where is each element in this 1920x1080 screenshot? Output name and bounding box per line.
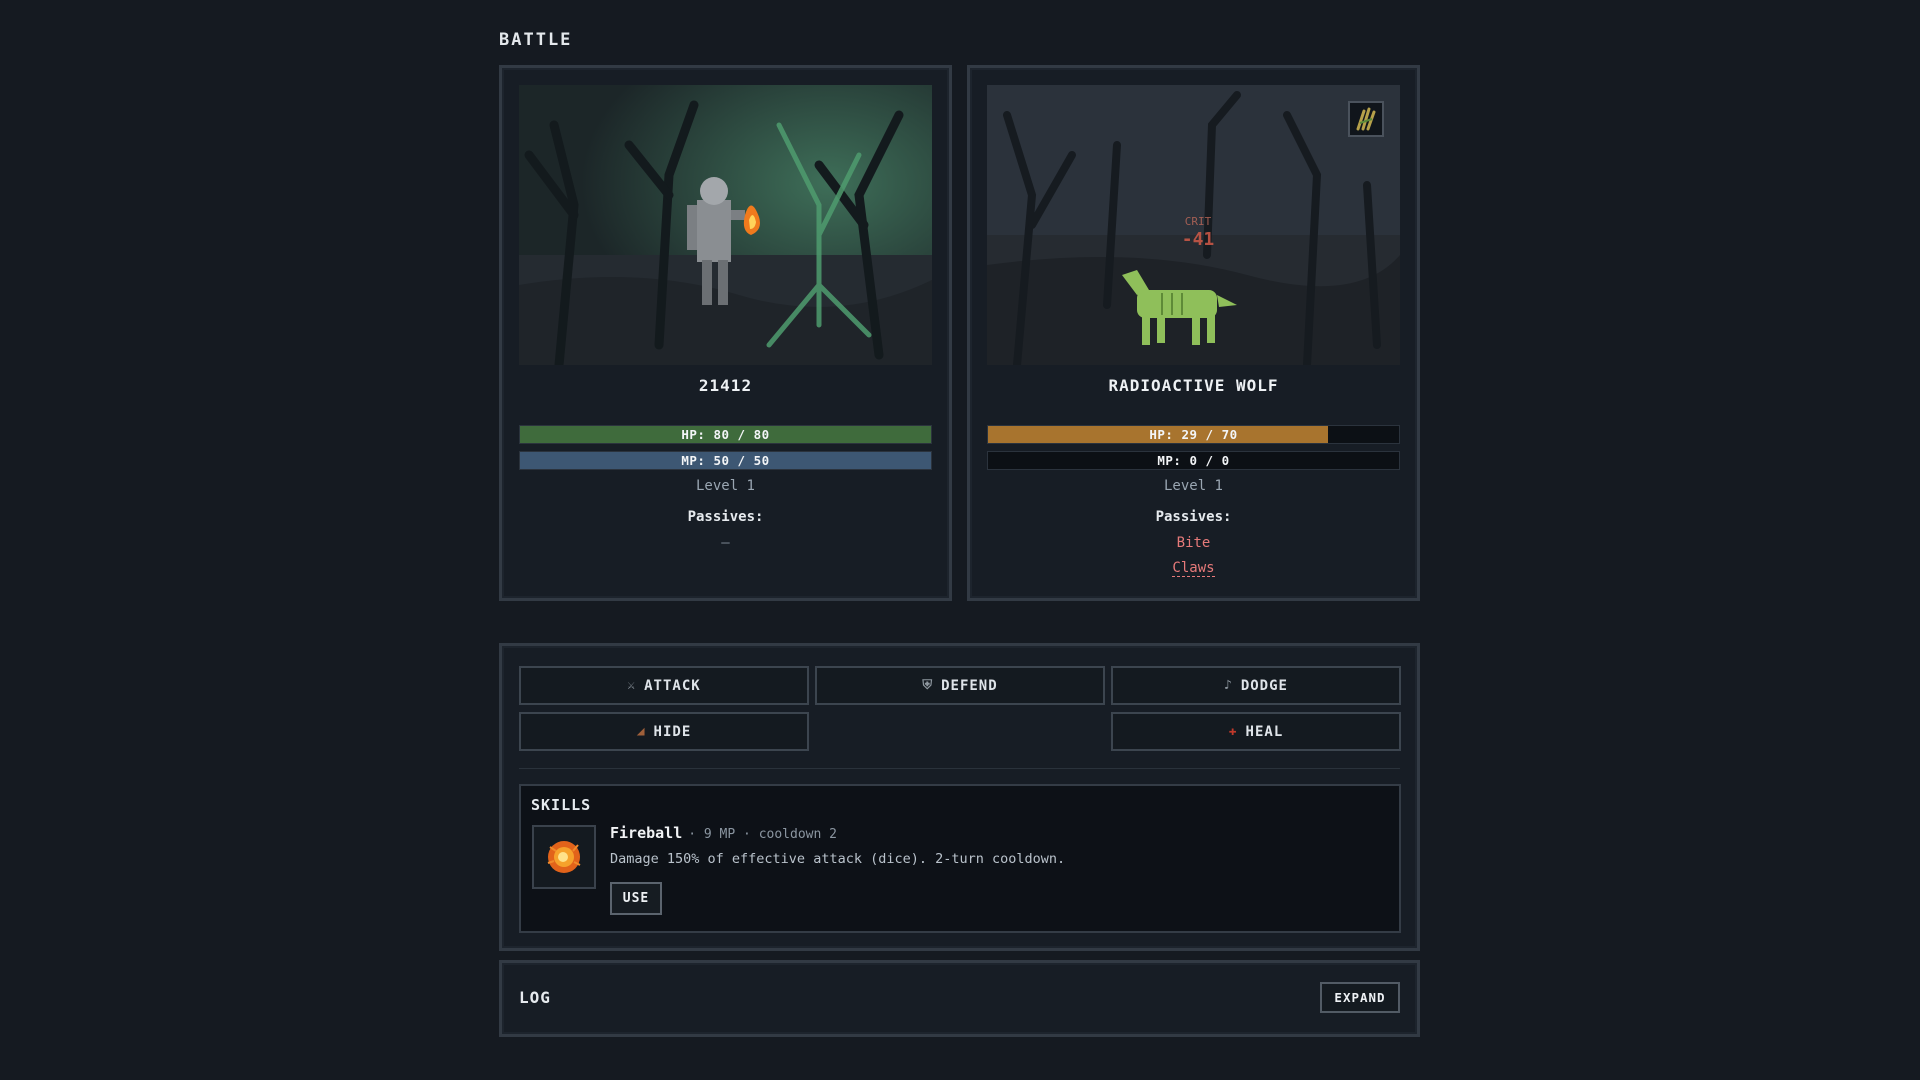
enemy-card: CRIT -41 RADIOACTIVE WOLF HP: 29 / 70 MP… xyxy=(967,65,1420,601)
player-passives: – xyxy=(502,534,949,559)
enemy-mp-bar: MP: 0 / 0 xyxy=(987,451,1400,470)
expand-log-button[interactable]: EXPAND xyxy=(1320,982,1400,1013)
attack-label: ATTACK xyxy=(644,677,701,694)
heal-label: HEAL xyxy=(1245,723,1284,740)
crossed-swords-icon: ⚔ xyxy=(627,678,637,693)
player-hp-text: HP: 80 / 80 xyxy=(681,427,770,442)
claw-icon[interactable] xyxy=(1348,101,1384,137)
dodge-icon: ♪ xyxy=(1224,678,1233,693)
enemy-passives: Bite Claws xyxy=(970,534,1417,584)
player-mp-text: MP: 50 / 50 xyxy=(681,453,770,468)
heal-button[interactable]: ✚ HEAL xyxy=(1111,712,1401,751)
shield-icon: ⛨ xyxy=(922,678,934,693)
player-passive-item: – xyxy=(721,535,730,551)
actions-divider xyxy=(519,768,1400,769)
log-panel: LOG EXPAND xyxy=(499,960,1420,1037)
dodge-button[interactable]: ♪ DODGE xyxy=(1111,666,1401,705)
svg-text:CRIT: CRIT xyxy=(1185,215,1212,228)
skill-meta: · 9 MP · cooldown 2 xyxy=(688,827,837,842)
player-hp-bar: HP: 80 / 80 xyxy=(519,425,932,444)
skills-panel: SKILLS Fireball · 9 MP · cooldown 2 Damag… xyxy=(519,784,1401,933)
actions-panel: ⚔ ATTACK ⛨ DEFEND ♪ DODGE ◢ HIDE ✚ HEAL … xyxy=(499,643,1420,951)
enemy-hp-bar: HP: 29 / 70 xyxy=(987,425,1400,444)
skill-description: Damage 150% of effective attack (dice). … xyxy=(610,851,1066,867)
attack-button[interactable]: ⚔ ATTACK xyxy=(519,666,809,705)
player-name: 21412 xyxy=(698,376,753,395)
cloak-icon: ◢ xyxy=(636,724,646,739)
defend-label: DEFEND xyxy=(941,677,998,694)
dodge-label: DODGE xyxy=(1240,677,1288,694)
enemy-level: Level 1 xyxy=(1163,478,1223,494)
enemy-name: RADIOACTIVE WOLF xyxy=(1108,376,1279,395)
enemy-passive-claws[interactable]: Claws xyxy=(970,559,1417,584)
enemy-passives-label: Passives: xyxy=(1155,509,1232,525)
page-title: BATTLE xyxy=(499,30,573,50)
enemy-scene: CRIT -41 xyxy=(987,85,1400,365)
player-passives-label: Passives: xyxy=(687,509,764,525)
svg-text:-41: -41 xyxy=(1182,229,1215,250)
cross-icon: ✚ xyxy=(1228,724,1238,739)
defend-button[interactable]: ⛨ DEFEND xyxy=(815,666,1105,705)
player-mp-bar: MP: 50 / 50 xyxy=(519,451,932,470)
fireball-icon xyxy=(532,825,596,889)
use-skill-button[interactable]: USE xyxy=(610,882,662,915)
player-scene xyxy=(519,85,932,365)
log-title: LOG xyxy=(519,988,551,1007)
enemy-mp-text: MP: 0 / 0 xyxy=(1157,453,1230,468)
skills-title: SKILLS xyxy=(531,796,592,814)
player-level: Level 1 xyxy=(695,478,755,494)
skill-name: Fireball · 9 MP · cooldown 2 xyxy=(610,824,837,842)
enemy-passive-bite[interactable]: Bite xyxy=(970,534,1417,559)
hide-label: HIDE xyxy=(653,723,692,740)
player-card: 21412 HP: 80 / 80 MP: 50 / 50 Level 1 Pa… xyxy=(499,65,952,601)
hide-button[interactable]: ◢ HIDE xyxy=(519,712,809,751)
enemy-hp-text: HP: 29 / 70 xyxy=(1149,427,1238,442)
